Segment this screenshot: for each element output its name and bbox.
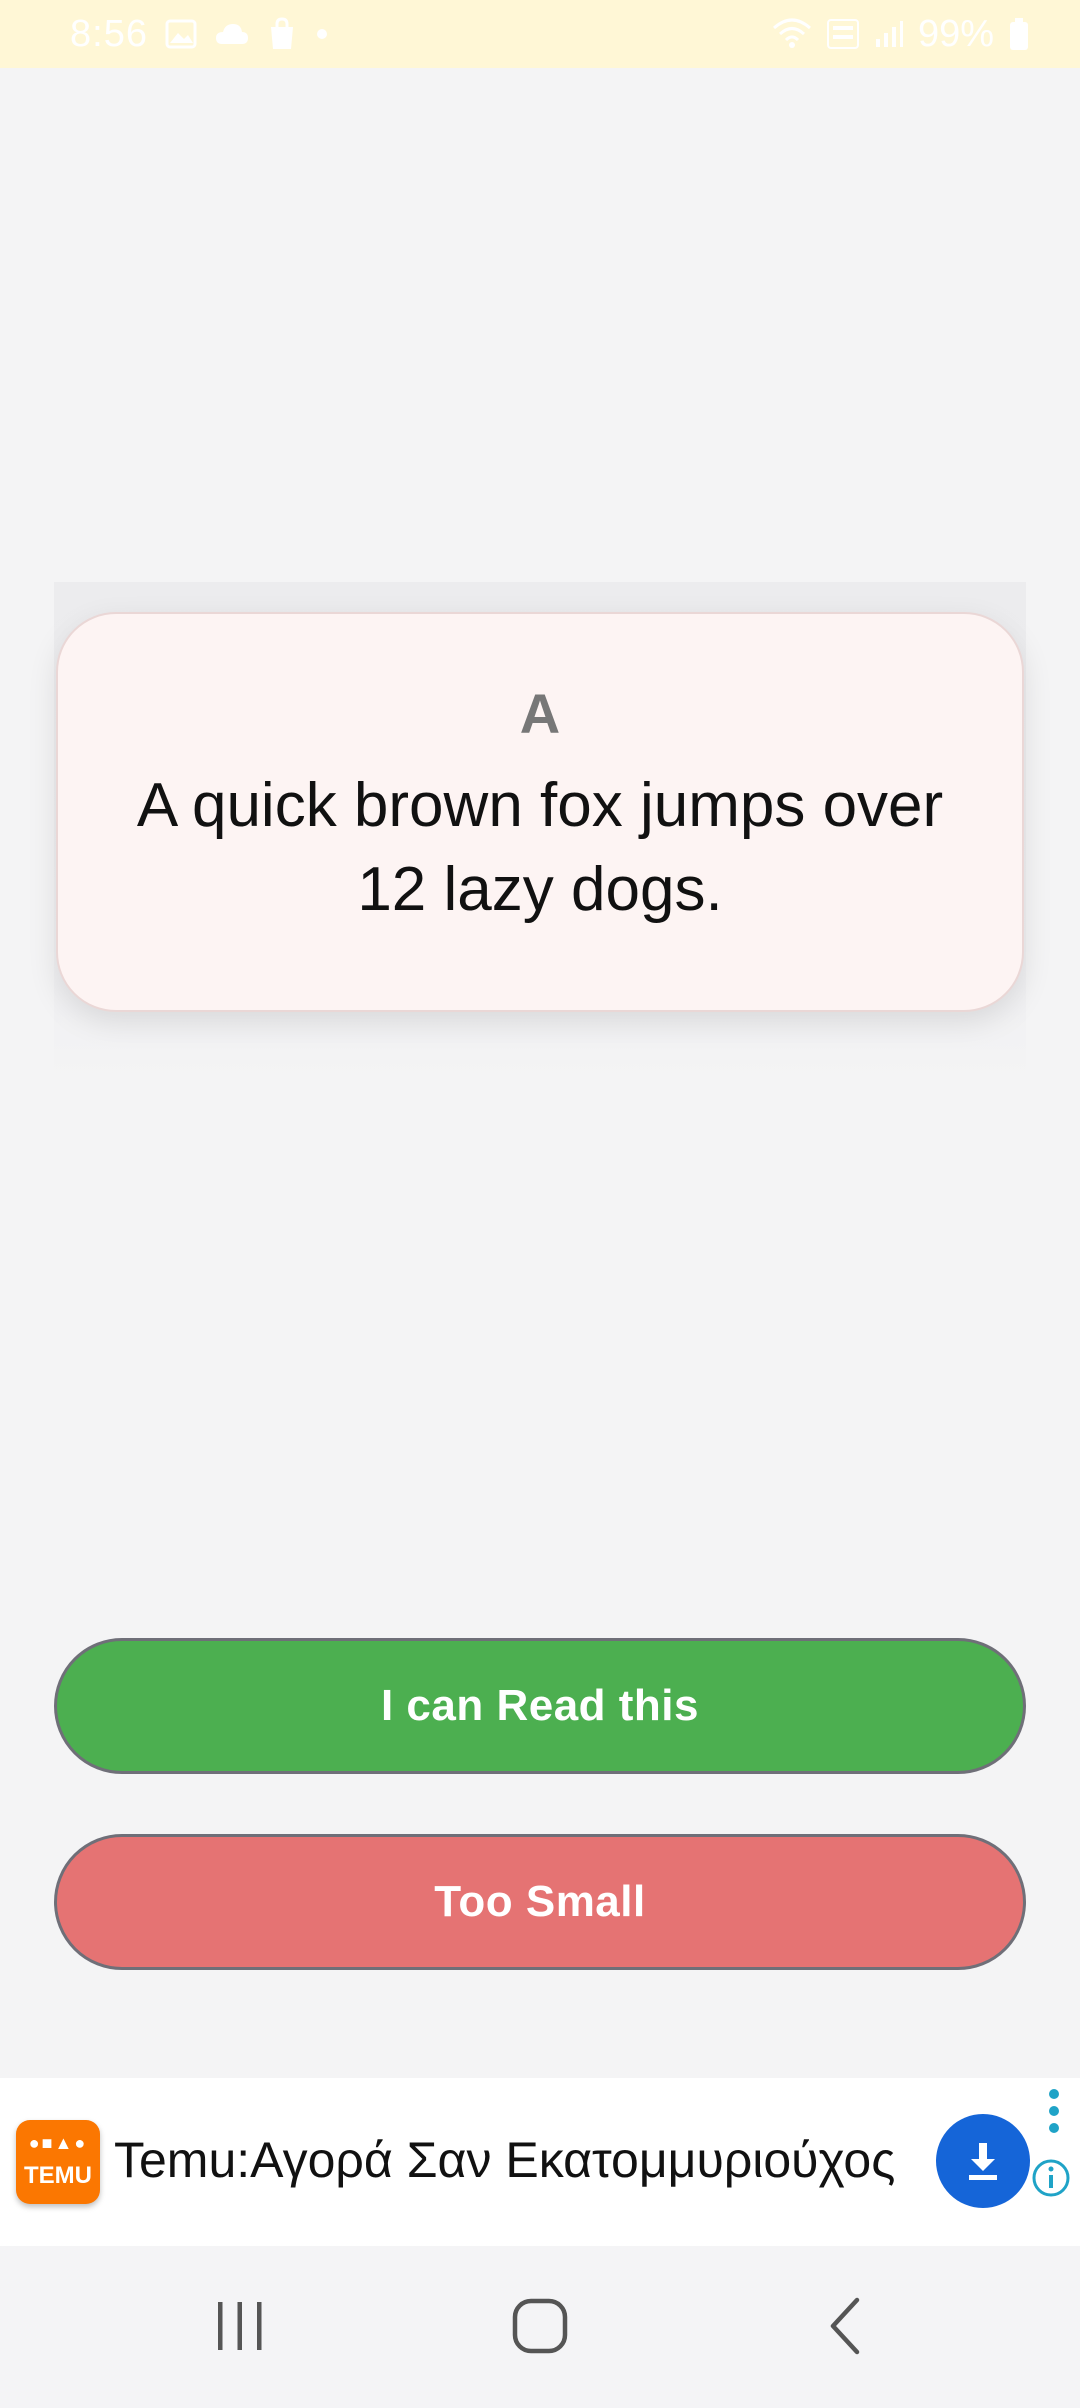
status-right: 99%: [772, 0, 1030, 68]
recents-icon[interactable]: [180, 2276, 300, 2376]
ad-title[interactable]: Temu:Αγορά Σαν Εκατομμυριούχος: [114, 2128, 895, 2192]
battery-icon: [1008, 17, 1030, 51]
ad-banner[interactable]: ●■▲● TEMU Temu:Αγορά Σαν Εκατομμυριούχος: [0, 2078, 1080, 2246]
temu-logo-glyphs: ●■▲●: [28, 2133, 88, 2153]
shopping-bag-icon: [266, 17, 298, 51]
read-this-button[interactable]: I can Read this: [54, 1638, 1026, 1774]
text-sample-card: A A quick brown fox jumps over 12 lazy d…: [56, 612, 1024, 1012]
gallery-icon: [164, 17, 198, 51]
signal-icon: [874, 19, 904, 49]
too-small-button[interactable]: Too Small: [54, 1834, 1026, 1970]
sample-text: A quick brown fox jumps over 12 lazy dog…: [136, 771, 944, 924]
temu-logo[interactable]: ●■▲● TEMU: [16, 2120, 100, 2204]
battery-percent: 99%: [917, 12, 994, 55]
wifi-icon: [772, 18, 812, 50]
card-label: A: [519, 682, 561, 745]
more-vert-icon[interactable]: [1042, 2086, 1066, 2136]
download-icon[interactable]: [936, 2114, 1030, 2208]
home-icon[interactable]: [480, 2276, 600, 2376]
navigation-bar: [0, 2246, 1080, 2408]
status-bar: 8:56 99%: [0, 0, 1080, 68]
status-left: 8:56: [70, 0, 330, 68]
cloud-icon: [214, 20, 250, 48]
dot-icon: [314, 26, 330, 42]
volte-icon: [826, 17, 860, 51]
status-time: 8:56: [70, 12, 148, 55]
temu-logo-text: TEMU: [24, 2162, 92, 2189]
info-icon[interactable]: [1031, 2158, 1071, 2198]
back-icon[interactable]: [785, 2276, 905, 2376]
